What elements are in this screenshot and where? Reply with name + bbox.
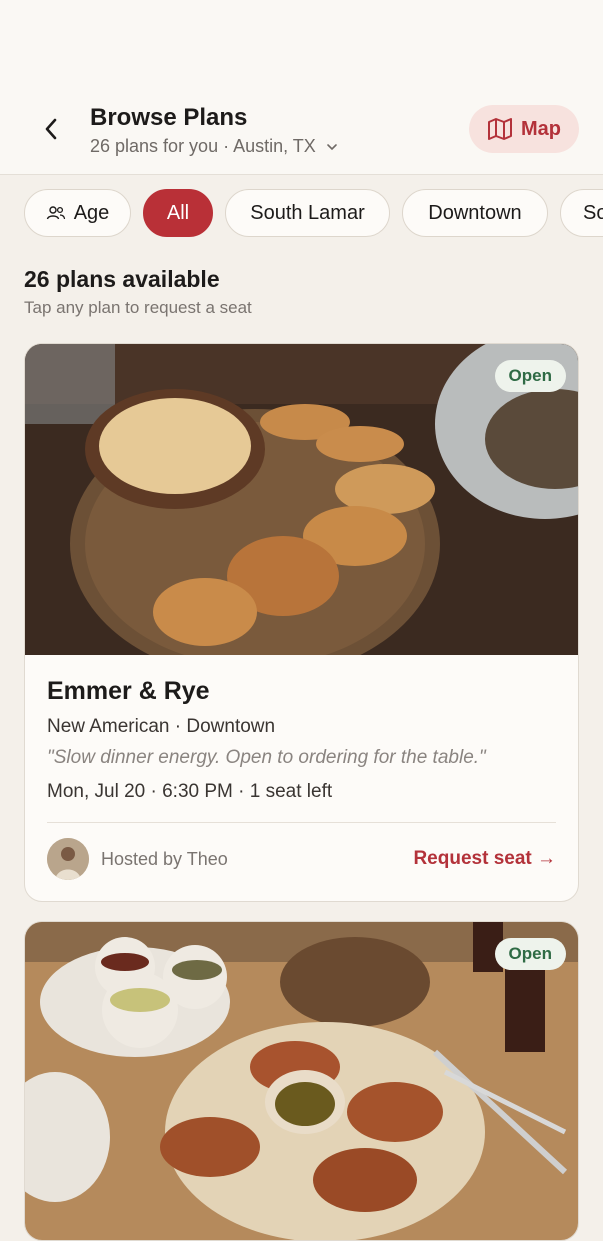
plan-quote: "Slow dinner energy. Open to ordering fo… [47,747,486,768]
plan-photo: Open [25,922,578,1240]
status-badge: Open [494,938,566,970]
plan-card[interactable]: Open [24,921,579,1241]
map-button[interactable]: Map [469,105,579,153]
location-selector[interactable]: 26 plans for you · Austin, TX [90,136,338,157]
filter-chip-age[interactable]: Age [24,189,131,237]
results-hint: Tap any plan to request a seat [24,298,252,317]
plan-card[interactable]: Open Emmer & Rye New American · Downtown… [24,343,579,902]
people-icon [46,206,65,220]
venue-name: Emmer & Rye [47,677,210,705]
chevron-down-icon [326,143,337,150]
filter-chips: Age All South Lamar Downtown So [0,189,603,237]
status-badge: Open [494,360,566,392]
back-button[interactable] [38,114,66,144]
filter-chip-label: Downtown [428,201,522,224]
host-label: Hosted by Theo [101,849,228,869]
filter-chip-label: South Lamar [250,201,365,224]
filter-chip-south-lamar[interactable]: South Lamar [225,189,390,237]
chevron-left-icon [45,118,57,140]
results-count: 26 plans available [24,266,220,292]
page-title: Browse Plans [90,104,248,131]
location-subtitle: 26 plans for you · Austin, TX [90,136,316,156]
filter-chip-all[interactable]: All [143,189,213,237]
filter-chip-label: So [583,201,603,224]
map-icon [488,118,512,140]
header: Browse Plans 26 plans for you · Austin, … [0,96,603,175]
avatar [47,838,89,880]
food-photo-image [25,344,578,655]
status-bar-area [0,0,603,96]
divider [47,822,556,823]
map-label: Map [521,117,561,140]
filter-chip-downtown[interactable]: Downtown [402,189,548,237]
filter-chip-partial[interactable]: So [560,189,603,237]
filter-chip-label: All [166,201,190,224]
food-photo-image [25,922,578,1240]
filter-chip-label: Age [73,201,110,224]
request-seat-button[interactable]: Request seat → [413,848,556,870]
plan-datetime: Mon, Jul 20 · 6:30 PM · 1 seat left [47,781,333,802]
plan-photo: Open [25,344,578,655]
venue-cuisine: New American · Downtown [47,716,276,737]
